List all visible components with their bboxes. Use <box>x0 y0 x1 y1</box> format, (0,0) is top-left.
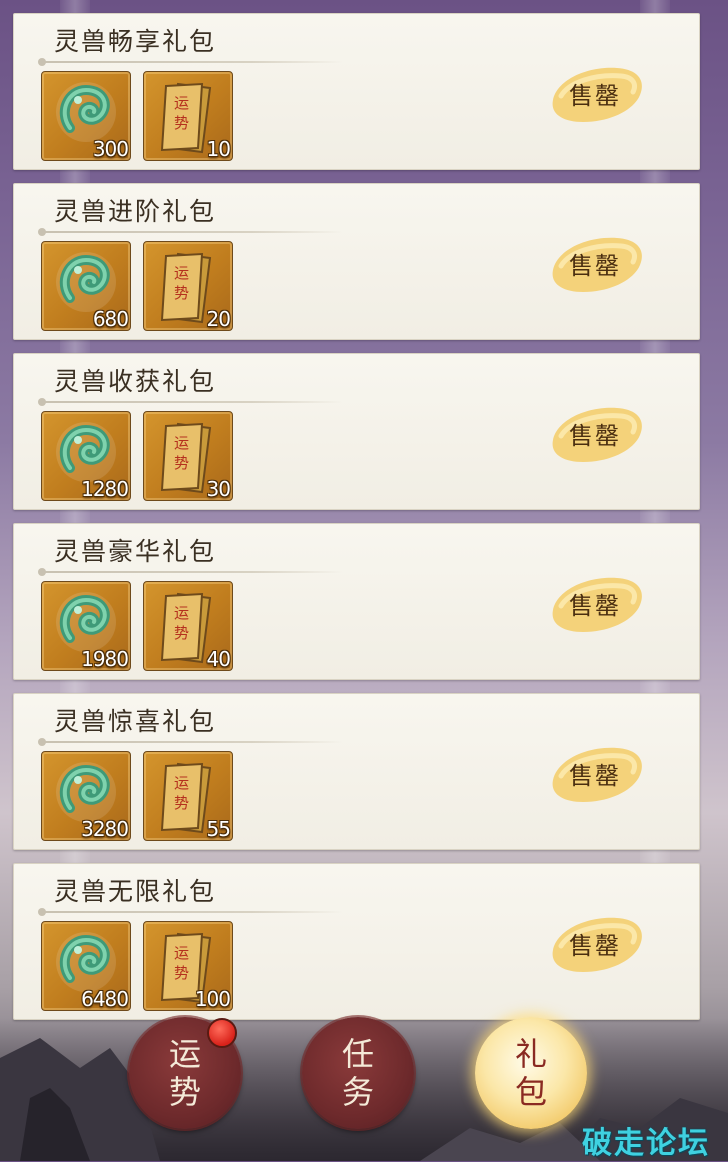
nav-tasks-label-2: 务 <box>341 1073 374 1111</box>
sold-out-stamp: 售罄 <box>547 906 647 982</box>
jade-pendant-item[interactable]: 680 <box>41 241 131 331</box>
fortune-scroll-item[interactable]: 运势 100 <box>143 921 233 1011</box>
jade-pendant-item[interactable]: 300 <box>41 71 131 161</box>
svg-text:运: 运 <box>174 434 189 452</box>
jade-pendant-item[interactable]: 3280 <box>41 751 131 841</box>
gift-pack-title: 灵兽畅享礼包 <box>54 27 217 56</box>
gift-pack-title: 灵兽惊喜礼包 <box>54 707 217 736</box>
title-divider <box>38 568 342 576</box>
gift-pack-title: 灵兽收获礼包 <box>54 367 217 396</box>
gift-pack-list: 灵兽畅享礼包 300 运势 10 售罄 灵兽进阶礼包 680 运势 20 售罄 <box>13 13 700 1033</box>
sold-out-label: 售罄 <box>569 592 621 620</box>
svg-text:运: 运 <box>174 604 189 622</box>
nav-tasks-button[interactable]: 任 务 <box>302 1017 414 1129</box>
jade-count: 6480 <box>81 987 129 1011</box>
fortune-scroll-item[interactable]: 运势 10 <box>143 71 233 161</box>
svg-text:势: 势 <box>174 284 189 302</box>
gift-pack-title: 灵兽无限礼包 <box>54 877 217 906</box>
nav-tasks-label-1: 任 <box>341 1035 374 1073</box>
jade-count: 680 <box>92 307 129 331</box>
forum-watermark: 破走论坛 <box>582 1126 710 1161</box>
scroll-count: 20 <box>206 307 231 331</box>
sold-out-stamp: 售罄 <box>547 396 647 472</box>
jade-count: 1980 <box>81 647 129 671</box>
fortune-scroll-item[interactable]: 运势 40 <box>143 581 233 671</box>
scroll-count: 55 <box>206 817 231 841</box>
gift-pack-title: 灵兽豪华礼包 <box>54 537 217 566</box>
gift-pack-card: 灵兽进阶礼包 680 运势 20 售罄 <box>13 183 700 340</box>
fortune-scroll-item[interactable]: 运势 55 <box>143 751 233 841</box>
svg-text:运: 运 <box>174 94 189 112</box>
sold-out-label: 售罄 <box>569 932 621 960</box>
sold-out-label: 售罄 <box>569 252 621 280</box>
fortune-scroll-item[interactable]: 运势 20 <box>143 241 233 331</box>
jade-count: 300 <box>92 137 129 161</box>
gift-pack-card: 灵兽无限礼包 6480 运势 100 售罄 <box>13 863 700 1020</box>
title-divider <box>38 398 342 406</box>
nav-gift-label-1: 礼 <box>514 1035 547 1073</box>
gift-pack-card: 灵兽豪华礼包 1980 运势 40 售罄 <box>13 523 700 680</box>
jade-pendant-item[interactable]: 1280 <box>41 411 131 501</box>
svg-text:运: 运 <box>174 774 189 792</box>
jade-pendant-item[interactable]: 6480 <box>41 921 131 1011</box>
sold-out-stamp: 售罄 <box>547 736 647 812</box>
sold-out-stamp: 售罄 <box>547 56 647 132</box>
svg-text:势: 势 <box>174 964 189 982</box>
jade-pendant-item[interactable]: 1980 <box>41 581 131 671</box>
notification-dot-icon <box>207 1018 237 1048</box>
gift-pack-card: 灵兽畅享礼包 300 运势 10 售罄 <box>13 13 700 170</box>
scroll-count: 100 <box>194 987 231 1011</box>
nav-gift-button[interactable]: 礼 包 <box>475 1017 587 1129</box>
svg-text:运: 运 <box>174 264 189 282</box>
jade-count: 3280 <box>81 817 129 841</box>
gift-pack-card: 灵兽惊喜礼包 3280 运势 55 售罄 <box>13 693 700 850</box>
svg-text:势: 势 <box>174 114 189 132</box>
scroll-count: 30 <box>206 477 231 501</box>
nav-fortune-label-2: 势 <box>168 1073 201 1111</box>
svg-text:势: 势 <box>174 624 189 642</box>
sold-out-label: 售罄 <box>569 82 621 110</box>
nav-gift-label-2: 包 <box>514 1073 547 1111</box>
title-divider <box>38 58 342 66</box>
svg-text:势: 势 <box>174 794 189 812</box>
sold-out-stamp: 售罄 <box>547 226 647 302</box>
fortune-scroll-item[interactable]: 运势 30 <box>143 411 233 501</box>
gift-pack-card: 灵兽收获礼包 1280 运势 30 售罄 <box>13 353 700 510</box>
scroll-count: 40 <box>206 647 231 671</box>
title-divider <box>38 738 342 746</box>
scroll-count: 10 <box>206 137 231 161</box>
sold-out-stamp: 售罄 <box>547 566 647 642</box>
sold-out-label: 售罄 <box>569 422 621 450</box>
title-divider <box>38 908 342 916</box>
svg-text:运: 运 <box>174 944 189 962</box>
jade-count: 1280 <box>81 477 129 501</box>
gift-pack-title: 灵兽进阶礼包 <box>54 197 217 226</box>
sold-out-label: 售罄 <box>569 762 621 790</box>
title-divider <box>38 228 342 236</box>
svg-text:势: 势 <box>174 454 189 472</box>
